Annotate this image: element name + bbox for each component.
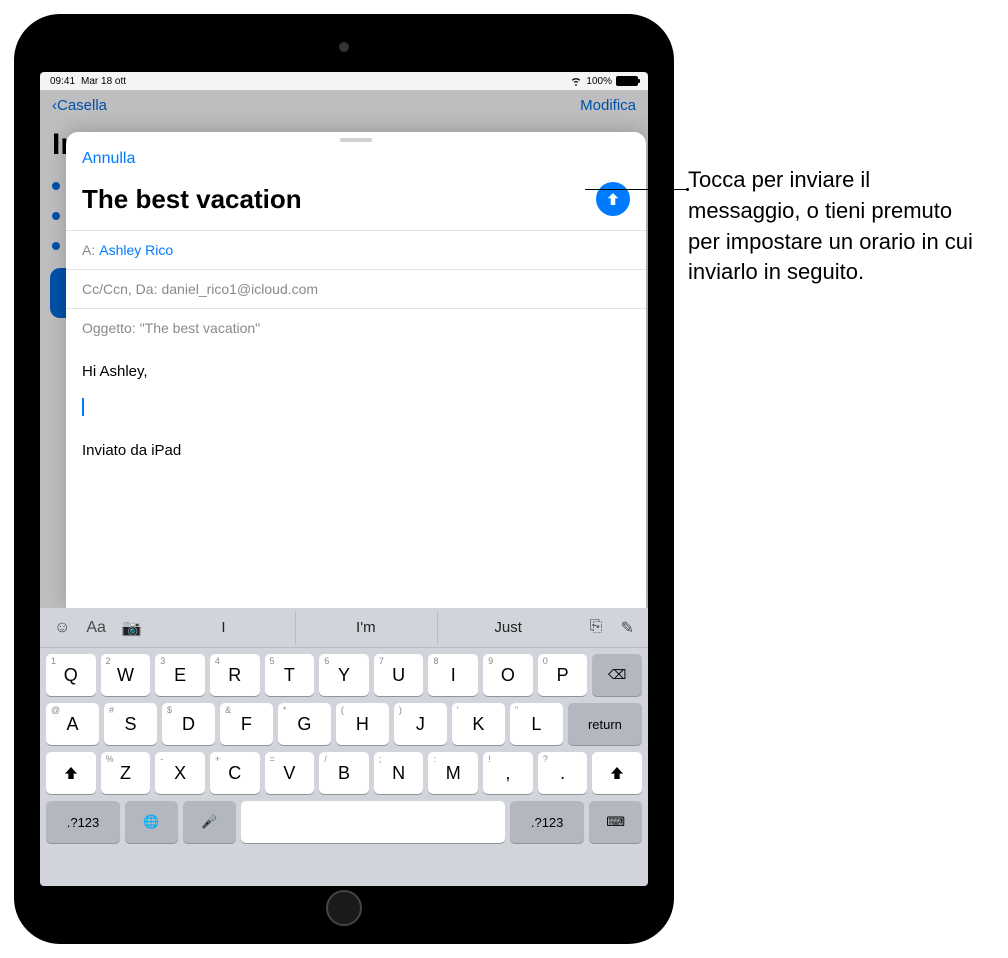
signature: Inviato da iPad: [82, 440, 630, 463]
cc-value: daniel_rico1@icloud.com: [161, 281, 318, 297]
numbers-key-right[interactable]: .?123: [510, 801, 584, 843]
cancel-button[interactable]: Annulla: [82, 150, 135, 167]
backspace-key[interactable]: ⌫: [592, 654, 642, 696]
key-a[interactable]: A@: [46, 703, 99, 745]
suggestion-3[interactable]: Just: [437, 611, 577, 644]
text-cursor: [82, 398, 84, 416]
key-p[interactable]: P0: [538, 654, 588, 696]
shift-key-left[interactable]: [46, 752, 96, 794]
status-time: 09:41: [50, 76, 75, 87]
arrow-up-icon: [604, 190, 622, 208]
key-q[interactable]: Q1: [46, 654, 96, 696]
key-w[interactable]: W2: [101, 654, 151, 696]
space-key[interactable]: [241, 801, 505, 843]
subject-label: Oggetto:: [82, 320, 136, 336]
shift-key-right[interactable]: [592, 752, 642, 794]
key-y[interactable]: Y6: [319, 654, 369, 696]
dismiss-keyboard-key[interactable]: ⌨: [589, 801, 642, 843]
wifi-icon: [570, 76, 582, 86]
key-j[interactable]: J): [394, 703, 447, 745]
to-value: Ashley Rico: [99, 242, 173, 258]
cc-label: Cc/Ccn, Da:: [82, 281, 157, 297]
compose-sheet: Annulla The best vacation A: Ashley Rico…: [66, 132, 646, 608]
subject-value: "The best vacation": [140, 320, 260, 336]
markup-icon[interactable]: ✎: [617, 614, 638, 642]
format-icon[interactable]: Aa: [82, 615, 110, 641]
key-e[interactable]: E3: [155, 654, 205, 696]
send-button[interactable]: [596, 182, 630, 216]
camera-dot: [339, 42, 349, 52]
numbers-key[interactable]: .?123: [46, 801, 120, 843]
scan-icon[interactable]: ⎘: [586, 614, 607, 642]
battery-percent: 100%: [586, 76, 612, 87]
key-i[interactable]: I8: [428, 654, 478, 696]
key-l[interactable]: L": [510, 703, 563, 745]
return-key[interactable]: return: [568, 703, 642, 745]
home-button[interactable]: [326, 890, 362, 926]
key-g[interactable]: G*: [278, 703, 331, 745]
to-field[interactable]: A: Ashley Rico: [66, 230, 646, 269]
key-m[interactable]: M:: [428, 752, 478, 794]
key-f[interactable]: F&: [220, 703, 273, 745]
battery-icon: [616, 76, 638, 86]
to-label: A:: [82, 242, 95, 258]
mic-key[interactable]: 🎤: [183, 801, 236, 843]
key-,[interactable]: ,!: [483, 752, 533, 794]
suggestion-1[interactable]: I: [154, 611, 293, 644]
key-c[interactable]: C+: [210, 752, 260, 794]
screen: 09:41 Mar 18 ott 100% ‹ Casella Modifica…: [40, 72, 648, 886]
suggestion-bar: I I'm Just: [154, 611, 578, 644]
ipad-device-frame: 09:41 Mar 18 ott 100% ‹ Casella Modifica…: [14, 14, 674, 944]
key-.[interactable]: .?: [538, 752, 588, 794]
sheet-grabber[interactable]: [340, 138, 372, 142]
status-bar: 09:41 Mar 18 ott 100%: [40, 72, 648, 90]
key-t[interactable]: T5: [265, 654, 315, 696]
cc-bcc-from-field[interactable]: Cc/Ccn, Da: daniel_rico1@icloud.com: [66, 269, 646, 308]
key-n[interactable]: N;: [374, 752, 424, 794]
key-h[interactable]: H(: [336, 703, 389, 745]
compose-title: The best vacation: [82, 184, 302, 215]
body-greeting: Hi Ashley,: [82, 361, 630, 384]
key-s[interactable]: S#: [104, 703, 157, 745]
emoji-icon[interactable]: ☺: [50, 615, 74, 641]
keyboard: ☺ Aa 📷 I I'm Just ⎘ ✎ Q1W2E3R4T5Y6U7I8O9…: [40, 608, 648, 886]
suggestion-2[interactable]: I'm: [295, 611, 435, 644]
key-k[interactable]: K': [452, 703, 505, 745]
subject-field[interactable]: Oggetto: "The best vacation": [66, 308, 646, 347]
key-u[interactable]: U7: [374, 654, 424, 696]
key-z[interactable]: Z%: [101, 752, 151, 794]
callout-text: Tocca per inviare il messaggio, o tieni …: [688, 165, 988, 288]
key-o[interactable]: O9: [483, 654, 533, 696]
key-x[interactable]: X-: [155, 752, 205, 794]
message-body[interactable]: Hi Ashley, Inviato da iPad: [66, 347, 646, 608]
camera-icon[interactable]: 📷: [118, 614, 146, 642]
globe-key[interactable]: 🌐: [125, 801, 178, 843]
key-b[interactable]: B/: [319, 752, 369, 794]
status-date: Mar 18 ott: [81, 76, 126, 87]
key-r[interactable]: R4: [210, 654, 260, 696]
key-d[interactable]: D$: [162, 703, 215, 745]
key-v[interactable]: V=: [265, 752, 315, 794]
callout-leader-line: [585, 189, 689, 190]
